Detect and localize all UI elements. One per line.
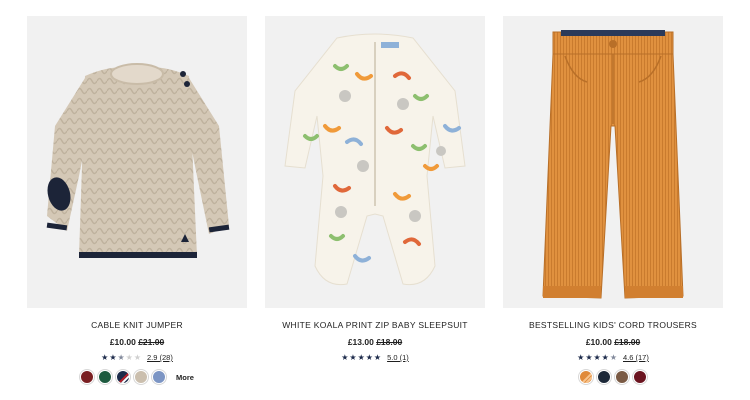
- trousers-image: [542, 30, 684, 299]
- star-filled-icon: ★: [593, 352, 601, 362]
- product-price: £10.00 £21.00: [27, 337, 247, 347]
- star-filled-icon: ★: [341, 352, 349, 362]
- product-rating: ★ ★ ★ ★ ★ 4.6 (17): [503, 353, 723, 362]
- product-rating: ★ ★ ★ ★ ★ 2.9 (28): [27, 353, 247, 362]
- star-filled-icon: ★: [609, 352, 617, 362]
- color-swatch[interactable]: [134, 370, 149, 384]
- star-rating: ★ ★ ★ ★ ★: [577, 352, 617, 362]
- product-image[interactable]: [265, 16, 485, 308]
- price-now: £10.00: [585, 337, 612, 347]
- price-now: £10.00: [109, 337, 136, 347]
- product-title[interactable]: WHITE KOALA PRINT ZIP BABY SLEEPSUIT: [265, 320, 485, 330]
- product-title[interactable]: CABLE KNIT JUMPER: [27, 320, 247, 330]
- price-now: £13.00: [347, 337, 374, 347]
- product-price: £10.00 £18.00: [503, 337, 723, 347]
- star-filled-icon: ★: [585, 352, 593, 362]
- product-card-koala-sleepsuit[interactable]: WHITE KOALA PRINT ZIP BABY SLEEPSUIT £13…: [265, 16, 485, 362]
- product-image[interactable]: [503, 16, 723, 308]
- rating-link[interactable]: 2.9 (28): [147, 353, 173, 362]
- color-swatch[interactable]: [615, 370, 629, 384]
- star-filled-icon: ★: [365, 352, 373, 362]
- color-swatches: [503, 370, 723, 384]
- star-rating: ★ ★ ★ ★ ★: [101, 352, 141, 362]
- star-empty-icon: ★: [125, 352, 133, 362]
- color-swatch[interactable]: [116, 370, 131, 384]
- color-swatch[interactable]: [579, 370, 593, 384]
- star-filled-icon: ★: [101, 352, 109, 362]
- star-filled-icon: ★: [349, 352, 357, 362]
- product-card-cable-knit-jumper[interactable]: CABLE KNIT JUMPER £10.00 £21.00 ★ ★ ★ ★ ★ 2.…: [27, 16, 247, 384]
- product-card-cord-trousers[interactable]: BESTSELLING KIDS' CORD TROUSERS £10.00 £…: [503, 16, 723, 384]
- star-filled-icon: ★: [357, 352, 365, 362]
- star-empty-icon: ★: [133, 352, 141, 362]
- star-filled-icon: ★: [577, 352, 585, 362]
- product-price: £13.00 £18.00: [265, 337, 485, 347]
- product-title[interactable]: BESTSELLING KIDS' CORD TROUSERS: [503, 320, 723, 330]
- jumper-image: [46, 63, 230, 258]
- color-swatches: More: [27, 370, 247, 384]
- product-image[interactable]: [27, 16, 247, 308]
- color-swatch[interactable]: [633, 370, 647, 384]
- star-filled-icon: ★: [109, 352, 117, 362]
- price-was: £18.00: [376, 337, 403, 347]
- star-rating: ★ ★ ★ ★ ★: [341, 352, 382, 362]
- rating-link[interactable]: 5.0 (1): [387, 353, 409, 362]
- star-filled-icon: ★: [601, 352, 609, 362]
- color-swatch[interactable]: [98, 370, 113, 384]
- price-was: £18.00: [614, 337, 641, 347]
- color-swatch[interactable]: [80, 370, 95, 384]
- star-filled-icon: ★: [117, 352, 125, 362]
- sleepsuit-image: [284, 33, 466, 286]
- rating-link[interactable]: 4.6 (17): [623, 353, 649, 362]
- star-filled-icon: ★: [373, 352, 382, 362]
- more-colors-link[interactable]: More: [176, 373, 194, 382]
- color-swatch[interactable]: [597, 370, 611, 384]
- price-was: £21.00: [138, 337, 165, 347]
- product-rating: ★ ★ ★ ★ ★ 5.0 (1): [265, 353, 485, 362]
- color-swatch[interactable]: [152, 370, 167, 384]
